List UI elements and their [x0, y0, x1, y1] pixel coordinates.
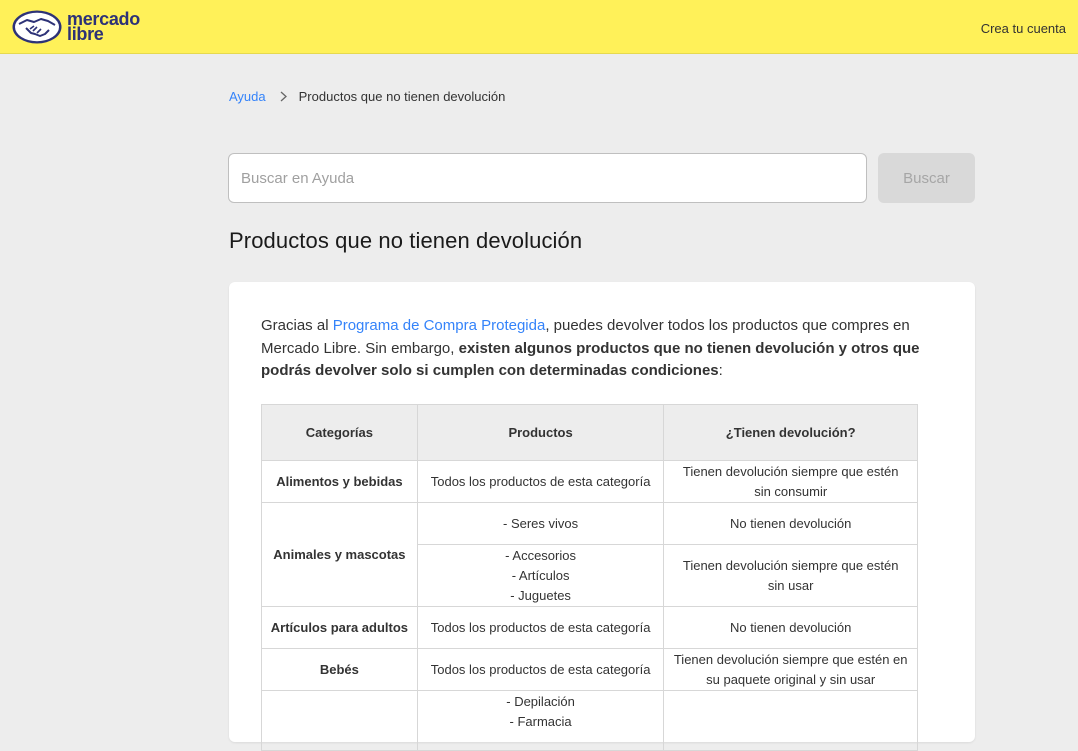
compra-protegida-link[interactable]: Programa de Compra Protegida	[333, 317, 546, 334]
category-cell: Animales y mascotas	[261, 502, 418, 607]
chevron-right-icon	[280, 91, 287, 102]
top-header: mercado libre Crea tu cuenta	[0, 0, 1078, 54]
mercadolibre-logo[interactable]: mercado libre	[11, 8, 151, 46]
table-header-row: Categorías Productos ¿Tienen devolución?	[261, 404, 918, 461]
returnable-cell: Tienen devolución siempre que estén sin …	[663, 544, 918, 607]
products-cell: - Seres vivos	[416, 502, 665, 545]
table-row: Artículos para adultos Todos los product…	[261, 606, 918, 649]
table-row: Animales y mascotas - Seres vivos No tie…	[261, 502, 918, 607]
category-cell: Bebés	[261, 648, 418, 691]
returns-table: Categorías Productos ¿Tienen devolución?…	[261, 404, 918, 751]
product-line: - Farmacia	[509, 714, 572, 729]
handshake-logo-icon	[12, 10, 62, 44]
header-tienen-devolucion: ¿Tienen devolución?	[663, 404, 918, 461]
returnable-line: su paquete original y sin usar	[706, 671, 876, 687]
category-cell	[261, 690, 418, 751]
breadcrumb: Ayuda Productos que no tienen devolución	[229, 89, 505, 104]
logo-wordmark: mercado libre	[67, 10, 140, 44]
returnable-cell: Tienen devolución siempre que estén sin …	[663, 460, 918, 503]
logo-line-2: libre	[67, 24, 104, 44]
intro-end: :	[718, 362, 723, 379]
returnable-line: sin usar	[767, 577, 814, 593]
product-line: - Accesorios	[505, 547, 576, 563]
search-button[interactable]: Buscar	[878, 153, 975, 203]
products-cell: Todos los productos de esta categoría	[416, 648, 665, 691]
products-cell: Todos los productos de esta categoría	[416, 460, 665, 503]
product-line: - Juguetes	[510, 587, 571, 603]
returnable-cell	[663, 690, 918, 751]
intro-text-1: Gracias al	[261, 317, 333, 334]
table-row: - Depilación - Farmacia	[261, 690, 918, 751]
page-title: Productos que no tienen devolución	[229, 228, 583, 253]
products-cell: Todos los productos de esta categoría	[416, 606, 665, 649]
returnable-cell: No tienen devolución	[663, 606, 918, 649]
product-line: - Artículos	[511, 567, 570, 583]
returnable-cell: Tienen devolución siempre que estén en s…	[663, 648, 918, 691]
search-input[interactable]	[228, 153, 867, 203]
product-line: - Depilación	[506, 694, 575, 709]
table-row: Alimentos y bebidas Todos los productos …	[261, 460, 918, 503]
breadcrumb-current: Productos que no tienen devolución	[298, 89, 506, 104]
article-card: Gracias al Programa de Compra Protegida,…	[229, 282, 975, 751]
returnable-line: Tienen devolución siempre que estén en	[673, 651, 908, 667]
breadcrumb-home-link[interactable]: Ayuda	[229, 89, 266, 104]
header-categorias: Categorías	[261, 404, 418, 461]
category-cell: Artículos para adultos	[261, 606, 418, 649]
category-cell: Alimentos y bebidas	[261, 460, 418, 503]
intro-paragraph: Gracias al Programa de Compra Protegida,…	[261, 315, 951, 383]
products-cell: - Depilación - Farmacia	[416, 690, 665, 751]
returnable-line: Tienen devolución siempre que estén	[682, 463, 899, 479]
products-cell: - Accesorios - Artículos - Juguetes	[416, 544, 665, 607]
returnable-line: Tienen devolución siempre que estén	[682, 557, 899, 573]
table-row: Bebés Todos los productos de esta catego…	[261, 648, 918, 691]
create-account-link[interactable]: Crea tu cuenta	[981, 21, 1066, 36]
header-productos: Productos	[416, 404, 665, 461]
returnable-cell: No tienen devolución	[663, 502, 918, 545]
returnable-line: sin consumir	[754, 483, 828, 499]
